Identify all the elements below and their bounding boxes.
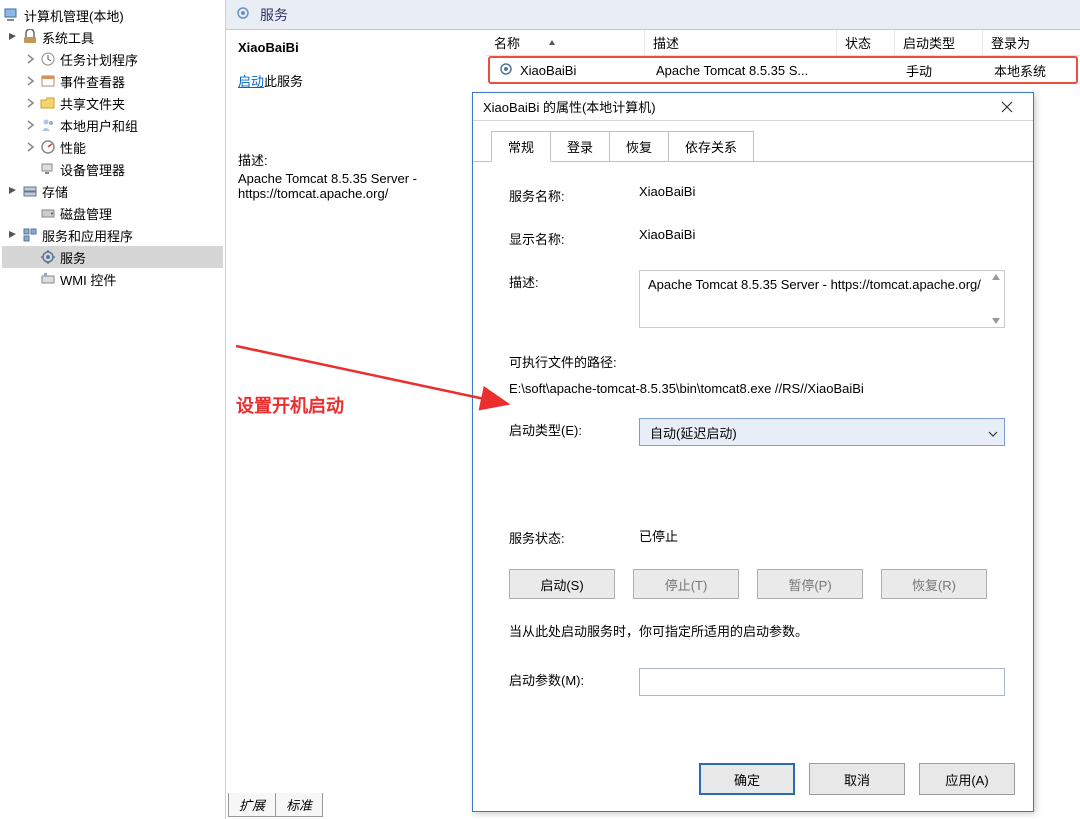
- pause-button: 暂停(P): [757, 569, 863, 599]
- tree-wmi-control[interactable]: WMI 控件: [2, 268, 223, 290]
- list-header[interactable]: 名称 描述 状态 启动类型 登录为: [486, 30, 1080, 56]
- startup-type-select[interactable]: 自动(延迟启动): [639, 418, 1005, 446]
- services-apps-icon: [22, 227, 38, 243]
- expand-icon[interactable]: [24, 52, 38, 66]
- tab-logon[interactable]: 登录: [550, 131, 610, 161]
- apply-button[interactable]: 应用(A): [919, 763, 1015, 795]
- service-row[interactable]: XiaoBaiBi Apache Tomcat 8.5.35 S... 手动 本…: [488, 56, 1078, 84]
- tree-disk-management[interactable]: 磁盘管理: [2, 202, 223, 224]
- detail-desc-label: 描述:: [238, 150, 474, 169]
- service-detail-pane: XiaoBaiBi 启动此服务 描述: Apache Tomcat 8.5.35…: [226, 30, 486, 819]
- tab-standard[interactable]: 标准: [275, 793, 323, 817]
- start-param-hint: 当从此处启动服务时，你可指定所适用的启动参数。: [509, 621, 1005, 640]
- close-button[interactable]: [987, 96, 1027, 118]
- value-service-name: XiaoBaiBi: [639, 184, 1005, 199]
- start-service-link[interactable]: 启动: [238, 74, 264, 89]
- col-logon-as[interactable]: 登录为: [982, 30, 1080, 55]
- label-display-name: 显示名称:: [509, 227, 639, 248]
- tab-general[interactable]: 常规: [491, 131, 551, 162]
- tree-event-viewer[interactable]: 事件查看器: [2, 70, 223, 92]
- detail-service-name: XiaoBaiBi: [238, 40, 474, 55]
- label-service-status: 服务状态:: [509, 526, 639, 547]
- disk-icon: [40, 205, 56, 221]
- tree-root[interactable]: 计算机管理(本地): [2, 4, 223, 26]
- tree-system-tools[interactable]: 系统工具: [2, 26, 223, 48]
- wmi-icon: [40, 271, 56, 287]
- label-startup-type: 启动类型(E):: [509, 418, 639, 439]
- gear-icon: [40, 249, 56, 265]
- tree-services[interactable]: 服务: [2, 246, 223, 268]
- expand-icon[interactable]: [24, 96, 38, 110]
- tree-device-manager[interactable]: 设备管理器: [2, 158, 223, 180]
- expand-icon[interactable]: [24, 118, 38, 132]
- chevron-down-icon: [988, 425, 998, 440]
- tree-local-users-groups[interactable]: 本地用户和组: [2, 114, 223, 136]
- tree-shared-folders[interactable]: 共享文件夹: [2, 92, 223, 114]
- users-icon: [40, 117, 56, 133]
- tree-services-apps[interactable]: 服务和应用程序: [2, 224, 223, 246]
- expand-icon[interactable]: [24, 140, 38, 154]
- collapse-icon[interactable]: [6, 228, 20, 242]
- storage-icon: [22, 183, 38, 199]
- sort-asc-icon: [548, 35, 556, 50]
- gear-icon: [498, 61, 514, 80]
- detail-desc-text: Apache Tomcat 8.5.35 Server - https://to…: [238, 171, 474, 201]
- ok-button[interactable]: 确定: [699, 763, 795, 795]
- col-start-type[interactable]: 启动类型: [894, 30, 982, 55]
- performance-icon: [40, 139, 56, 155]
- label-service-name: 服务名称:: [509, 184, 639, 205]
- value-exe-path: E:\soft\apache-tomcat-8.5.35\bin\tomcat8…: [509, 381, 1005, 396]
- scrollbar[interactable]: [988, 271, 1004, 327]
- start-params-input[interactable]: [639, 668, 1005, 696]
- stop-button: 停止(T): [633, 569, 739, 599]
- label-start-params: 启动参数(M):: [509, 668, 639, 689]
- gear-icon: [234, 4, 252, 25]
- cancel-button[interactable]: 取消: [809, 763, 905, 795]
- scroll-down-icon[interactable]: [991, 317, 1001, 325]
- expand-icon[interactable]: [24, 74, 38, 88]
- tab-dependencies[interactable]: 依存关系: [668, 131, 754, 161]
- col-name[interactable]: 名称: [486, 30, 644, 55]
- col-status[interactable]: 状态: [836, 30, 894, 55]
- resume-button: 恢复(R): [881, 569, 987, 599]
- event-icon: [40, 73, 56, 89]
- shared-folder-icon: [40, 95, 56, 111]
- tab-extended[interactable]: 扩展: [228, 793, 276, 817]
- collapse-icon[interactable]: [6, 184, 20, 198]
- bottom-tabs[interactable]: 扩展 标准: [228, 795, 322, 817]
- navigation-tree[interactable]: 计算机管理(本地) 系统工具 任务计划程序 事件查看器 共享文件夹: [0, 0, 226, 819]
- tree-task-scheduler[interactable]: 任务计划程序: [2, 48, 223, 70]
- tree-storage[interactable]: 存储: [2, 180, 223, 202]
- label-exe-path: 可执行文件的路径:: [509, 350, 617, 371]
- start-button[interactable]: 启动(S): [509, 569, 615, 599]
- device-manager-icon: [40, 161, 56, 177]
- tools-icon: [22, 29, 38, 45]
- dialog-titlebar[interactable]: XiaoBaiBi 的属性(本地计算机): [473, 93, 1033, 121]
- scroll-up-icon[interactable]: [991, 273, 1001, 281]
- properties-dialog: XiaoBaiBi 的属性(本地计算机) 常规 登录 恢复 依存关系 服务名称:…: [472, 92, 1034, 812]
- tree-performance[interactable]: 性能: [2, 136, 223, 158]
- value-display-name: XiaoBaiBi: [639, 227, 1005, 242]
- label-description: 描述:: [509, 270, 639, 291]
- value-service-status: 已停止: [639, 526, 1005, 545]
- col-desc[interactable]: 描述: [644, 30, 836, 55]
- tab-recovery[interactable]: 恢复: [609, 131, 669, 161]
- clock-icon: [40, 51, 56, 67]
- dialog-tabs[interactable]: 常规 登录 恢复 依存关系: [473, 121, 1033, 162]
- collapse-icon[interactable]: [6, 30, 20, 44]
- computer-icon: [4, 7, 20, 23]
- description-textarea[interactable]: Apache Tomcat 8.5.35 Server - https://to…: [639, 270, 1005, 328]
- services-header: 服务: [226, 0, 1080, 30]
